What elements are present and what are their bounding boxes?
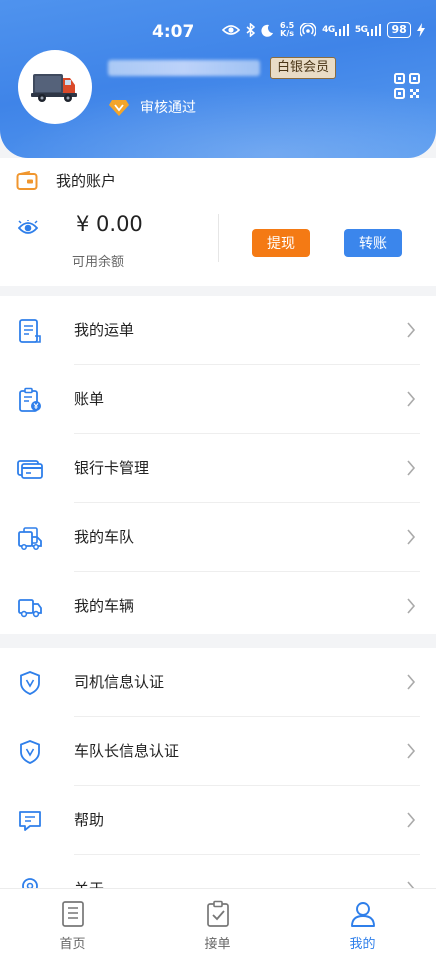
shield-v-icon [20, 671, 40, 695]
tab-home[interactable]: 首页 [0, 889, 145, 960]
menu-item-label: 关于 [74, 878, 104, 888]
menu-item-bank-card[interactable]: 银行卡管理 [0, 434, 436, 503]
chevron-right-icon [407, 674, 416, 690]
menu-item-label: 我的车队 [74, 528, 135, 546]
verify-status: 审核通过 [108, 96, 196, 118]
menu-item-my-vehicle[interactable]: 我的车辆 [0, 572, 436, 641]
fleet-icon [18, 527, 42, 550]
menu-item-label: 账单 [74, 390, 105, 408]
network-speed: 6.5 K/s [280, 21, 295, 38]
truck-icon [18, 599, 42, 618]
avatar[interactable] [18, 50, 92, 124]
status-time: 4:07 [152, 22, 195, 42]
member-level-badge: 白银会员 [270, 57, 337, 79]
menu-item-label: 司机信息认证 [74, 673, 165, 691]
menu-item-about[interactable]: 关于 [0, 855, 436, 888]
truck-avatar-icon [31, 74, 77, 102]
tab-mine[interactable]: 我的 [290, 889, 435, 960]
diamond-badge-icon [109, 100, 129, 116]
shield-v-icon [20, 740, 40, 764]
charging-icon [416, 23, 425, 37]
bluetooth-icon [246, 23, 255, 37]
menu-item-driver-verify[interactable]: 司机信息认证 [0, 648, 436, 717]
status-bar: 4:07 6.5 K/s 4G 5G 98 [0, 20, 436, 46]
account-card: 我的账户 ¥ 0.00 可用余额 提现 转账 [0, 158, 436, 286]
menu-item-my-waybill[interactable]: 我的运单 [0, 296, 436, 365]
tab-accept-order[interactable]: 接单 [145, 889, 290, 960]
verify-status-text: 审核通过 [140, 100, 196, 116]
signal-5g-icon: 5G [355, 24, 382, 36]
accept-order-icon [207, 900, 229, 927]
withdraw-button[interactable]: 提现 [252, 229, 310, 257]
eye-icon[interactable] [17, 219, 39, 236]
account-title: 我的账户 [16, 170, 116, 191]
menu-group-main: 我的运单 账单 银行卡管理 我的车队 我的车辆 [0, 296, 436, 634]
menu-item-my-fleet[interactable]: 我的车队 [0, 503, 436, 572]
account-title-text: 我的账户 [56, 172, 117, 190]
bottom-tab-bar: 首页 接单 我的 [0, 888, 436, 960]
menu-item-help[interactable]: 帮助 [0, 786, 436, 855]
qr-code-icon[interactable] [394, 73, 420, 99]
document-icon [19, 319, 41, 343]
tab-label: 首页 [59, 937, 86, 952]
menu-item-label: 车队长信息认证 [74, 742, 180, 760]
menu-item-captain-verify[interactable]: 车队长信息认证 [0, 717, 436, 786]
chevron-right-icon [407, 391, 416, 407]
hotspot-icon [300, 23, 317, 37]
menu-item-label: 我的车辆 [74, 597, 135, 615]
tab-label: 我的 [349, 937, 376, 952]
divider [218, 214, 219, 262]
moon-icon [261, 24, 274, 37]
wallet-icon [16, 170, 38, 190]
battery-indicator: 98 [387, 22, 411, 38]
eye-comfort-icon [222, 24, 240, 36]
menu-item-label: 银行卡管理 [74, 459, 150, 477]
chevron-right-icon [407, 743, 416, 759]
chevron-right-icon [407, 529, 416, 545]
balance-label: 可用余额 [72, 255, 125, 270]
location-icon [22, 878, 38, 888]
menu-item-label: 我的运单 [74, 321, 135, 339]
chevron-right-icon [407, 322, 416, 338]
help-message-icon [19, 811, 41, 831]
profile-header: 4:07 6.5 K/s 4G 5G 98 白银会员 审核通过 [0, 0, 436, 158]
chevron-right-icon [407, 812, 416, 828]
chevron-right-icon [407, 460, 416, 476]
signal-4g-icon: 4G [322, 24, 349, 36]
bill-icon [19, 387, 41, 412]
menu-item-bill[interactable]: 账单 [0, 365, 436, 434]
tab-label: 接单 [204, 937, 231, 952]
transfer-button[interactable]: 转账 [344, 229, 402, 257]
menu-item-label: 帮助 [74, 811, 105, 829]
chevron-right-icon [407, 881, 415, 888]
chevron-right-icon [407, 598, 416, 614]
phone-number-masked [108, 60, 260, 76]
user-icon [351, 902, 375, 927]
balance-amount: ¥ 0.00 [76, 212, 143, 236]
bank-card-icon [17, 460, 43, 479]
home-doc-icon [62, 901, 84, 927]
menu-group-settings: 司机信息认证 车队长信息认证 帮助 关于 [0, 648, 436, 888]
